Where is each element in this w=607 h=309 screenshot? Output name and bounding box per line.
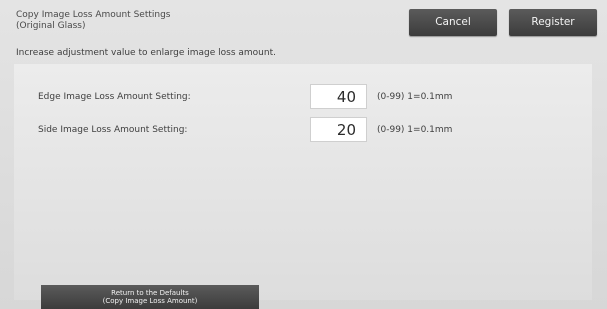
- return-to-defaults-button[interactable]: Return to the Defaults (Copy Image Loss …: [41, 285, 259, 309]
- side-loss-input[interactable]: 20: [310, 117, 367, 142]
- return-to-defaults-line1: Return to the Defaults: [111, 289, 189, 297]
- edge-loss-input[interactable]: 40: [310, 84, 367, 109]
- edge-loss-label: Edge Image Loss Amount Setting:: [38, 92, 191, 102]
- page-title: Copy Image Loss Amount Settings (Origina…: [16, 10, 170, 32]
- page-title-line1: Copy Image Loss Amount Settings: [16, 10, 171, 20]
- page-title-line2: (Original Glass): [16, 21, 86, 31]
- return-to-defaults-line2: (Copy Image Loss Amount): [102, 297, 198, 305]
- instruction-text: Increase adjustment value to enlarge ima…: [16, 48, 276, 58]
- cancel-button[interactable]: Cancel: [409, 9, 497, 36]
- side-loss-label: Side Image Loss Amount Setting:: [38, 125, 188, 135]
- register-button[interactable]: Register: [509, 9, 597, 36]
- settings-screen: Copy Image Loss Amount Settings (Origina…: [0, 0, 607, 309]
- edge-loss-range: (0-99) 1=0.1mm: [377, 92, 453, 102]
- side-loss-range: (0-99) 1=0.1mm: [377, 125, 453, 135]
